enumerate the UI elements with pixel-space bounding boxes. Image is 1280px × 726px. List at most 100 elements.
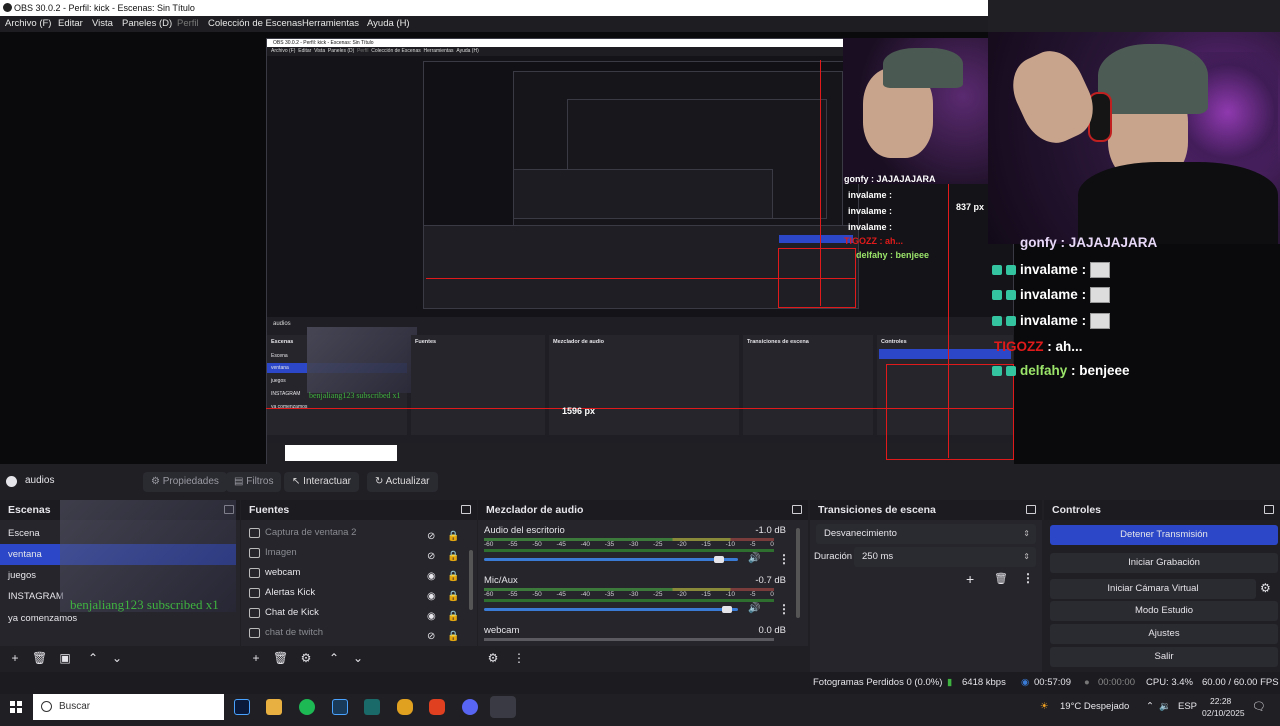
mixer-scrollbar[interactable] [796,528,800,618]
undock-icon[interactable] [1026,505,1036,514]
scene-filters-button[interactable]: ▣ [58,651,72,665]
weather-text[interactable]: 19°C Despejado [1060,694,1129,720]
volume-fader-knob[interactable] [714,556,724,563]
virtual-camera-button[interactable]: Iniciar Cámara Virtual [1050,579,1256,599]
channel-menu-icon[interactable]: ⋮ [778,552,790,566]
refresh-button[interactable]: ↻ Actualizar [367,472,438,492]
menu-perfil[interactable]: Perfil [177,16,199,32]
volume-fader[interactable] [484,558,738,561]
virtual-camera-settings-icon[interactable]: ⚙ [1260,581,1271,595]
lock-icon[interactable]: 🔒 [447,627,459,642]
mixer-channels: Audio del escritorio -1.0 dB -60 -55 -50 -4… [478,520,808,646]
source-item[interactable]: Chat de Kick ◉ 🔒 [241,603,469,623]
menu-archivo[interactable]: Archivo (F) [5,16,51,32]
audio-settings-icon[interactable]: ⚙ [486,651,500,665]
notifications-icon[interactable]: 🗨 [1252,694,1266,720]
speaker-icon[interactable]: 🔊 [748,603,760,614]
lock-icon[interactable]: 🔒 [447,587,459,602]
menu-editar[interactable]: Editar [58,16,83,32]
transition-select[interactable]: Desvanecimiento ⇕ [816,524,1036,544]
tools-icon[interactable] [397,699,413,715]
add-transition-button[interactable]: + [966,571,974,587]
eye-icon[interactable]: ◉ [427,607,439,622]
studio-mode-button[interactable]: Modo Estudio [1050,601,1278,621]
windows-start-icon[interactable] [10,701,22,713]
filters-button[interactable]: ▤ Filtros [226,472,282,492]
properties-button[interactable]: ⚙ Propiedades [143,472,227,492]
lock-icon[interactable]: 🔒 [447,527,459,542]
obs-taskbar-icon[interactable] [490,696,516,718]
exit-button[interactable]: Salir [1050,647,1278,667]
discord-icon[interactable] [462,699,478,715]
app-icon[interactable] [364,699,380,715]
undock-icon[interactable] [461,505,471,514]
source-item[interactable]: Alertas Kick ◉ 🔒 [241,583,469,603]
menu-herramientas[interactable]: Herramientas [302,16,359,32]
scenes-list: Escena ventana juegos INSTAGRAM ya comen… [0,500,240,646]
speaker-icon[interactable]: 🔊 [748,553,760,564]
photoshop-icon[interactable] [234,699,250,715]
brave-icon[interactable] [429,699,445,715]
lock-icon[interactable]: 🔒 [447,567,459,582]
lock-icon[interactable]: 🔒 [447,547,459,562]
spotify-icon[interactable] [299,699,315,715]
eye-hidden-icon[interactable]: ⊘ [427,527,439,542]
add-scene-button[interactable]: + [8,651,22,665]
remove-scene-button[interactable]: 🗑 [32,651,47,665]
preview-canvas: OBS 30.0.2 - Perfil: kick - Escenas: Sin… [266,38,1014,464]
settings-button[interactable]: Ajustes [1050,624,1278,644]
transition-menu-icon[interactable]: ⋮ [1022,571,1034,585]
move-up-button[interactable]: ⌃ [327,651,341,665]
nested-beanie [883,48,963,88]
menu-ayuda[interactable]: Ayuda (H) [367,16,410,32]
person-beanie [1098,44,1208,114]
duration-input[interactable]: 250 ms ⇕ [854,547,1036,567]
source-properties-button[interactable]: ⚙ [299,651,313,665]
mixer-menu-icon[interactable]: ⋮ [512,651,526,665]
source-item[interactable]: webcam ◉ 🔒 [241,563,469,583]
channel-menu-icon[interactable]: ⋮ [778,602,790,616]
scenes-dock: Escenas Escena ventana juegos INSTAGRAM … [0,500,240,672]
volume-fader[interactable] [484,608,738,611]
browser-icon [249,628,260,638]
chevron-up-icon[interactable]: ⌃ [1146,694,1154,720]
stop-stream-button[interactable]: Detener Transmisión [1050,525,1278,545]
mixer-channel-webcam: webcam 0.0 dB [478,620,798,646]
menu-paneles[interactable]: Paneles (D) [122,16,172,32]
lock-icon[interactable]: 🔒 [447,607,459,622]
source-item[interactable]: Captura de ventana 2 ⊘ 🔒 [241,523,469,543]
eye-icon[interactable]: ◉ [427,567,439,582]
eye-hidden-icon[interactable]: ⊘ [427,627,439,642]
eye-hidden-icon[interactable]: ⊘ [427,547,439,562]
remove-transition-button[interactable]: 🗑 [994,572,1008,585]
nested-scene-name: audios [273,321,291,327]
vegas-icon[interactable] [332,699,348,715]
eye-icon[interactable]: ◉ [427,587,439,602]
volume-icon[interactable]: 🔉 [1159,694,1171,720]
chat-badge-icon [992,290,1002,301]
start-recording-button[interactable]: Iniciar Grabación [1050,553,1278,573]
menu-coleccion[interactable]: Colección de Escenas [208,16,302,32]
interact-button[interactable]: ↖ Interactuar [284,472,359,492]
taskbar-search[interactable]: Buscar [33,694,224,720]
add-source-button[interactable]: + [249,651,263,665]
source-item[interactable]: Imagen ⊘ 🔒 [241,543,469,563]
move-down-button[interactable]: ⌄ [351,651,365,665]
undock-icon[interactable] [792,505,802,514]
volume-fader-knob[interactable] [721,606,732,613]
undock-icon[interactable] [1264,505,1274,514]
mixer-footer: ⚙ ⋮ [478,646,808,672]
language-indicator[interactable]: ESP [1178,694,1197,720]
sources-scrollbar[interactable] [469,550,473,610]
clock-date[interactable]: 02/10/2025 [1202,700,1245,726]
source-item[interactable]: chat de twitch ⊘ 🔒 [241,623,469,643]
stream-icon: ◉ [1021,677,1030,688]
preview-area[interactable]: OBS 30.0.2 - Perfil: kick - Escenas: Sin… [0,32,1280,464]
remove-source-button[interactable]: 🗑 [273,651,288,665]
record-icon: ● [1084,677,1090,688]
taskbar: Buscar ☀ 19°C Despejado ⌃ 🔉 ESP 22:28 02… [0,694,1280,720]
move-up-button[interactable]: ⌃ [86,651,100,665]
move-down-button[interactable]: ⌄ [110,651,124,665]
menu-vista[interactable]: Vista [92,16,113,32]
file-explorer-icon[interactable] [266,699,282,715]
